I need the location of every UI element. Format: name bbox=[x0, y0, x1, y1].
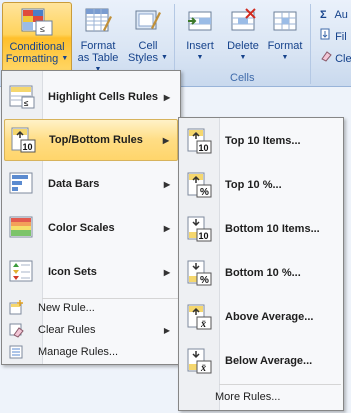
svg-text:x̄: x̄ bbox=[200, 363, 206, 374]
insert-button[interactable]: Insert ▼ bbox=[180, 2, 220, 72]
group-separator bbox=[310, 4, 311, 84]
format-as-table-icon bbox=[85, 8, 112, 32]
bottom-10-items-icon: 10 bbox=[181, 215, 217, 243]
chevron-down-icon: ▼ bbox=[196, 54, 204, 62]
cell-styles-button[interactable]: Cell Styles ▼ bbox=[125, 2, 171, 72]
clear-label: Cle bbox=[335, 53, 351, 65]
top-10-percent-icon: % bbox=[181, 171, 217, 199]
fill-down-icon bbox=[320, 28, 332, 46]
delete-label: Delete bbox=[227, 40, 259, 52]
menu-item-icon-sets[interactable]: Icon Sets ▶ bbox=[4, 252, 178, 292]
menu-item-label: Clear Rules bbox=[38, 324, 96, 336]
menu-item-label: Manage Rules... bbox=[38, 346, 119, 358]
menu-item-label: Color Scales bbox=[48, 222, 115, 234]
conditional-formatting-menu: ≤ Highlight Cells Rules ▶ 10 Top/Bottom … bbox=[1, 70, 181, 365]
menu-item-clear-rules[interactable]: Clear Rules ▶ bbox=[4, 319, 178, 341]
svg-text:%: % bbox=[200, 187, 209, 198]
svg-text:%: % bbox=[200, 275, 209, 286]
svg-text:≤: ≤ bbox=[40, 24, 45, 34]
data-bars-icon bbox=[4, 171, 40, 197]
fill-label: Fil bbox=[335, 31, 347, 43]
chevron-down-icon: ▼ bbox=[239, 54, 247, 62]
submenu-item-top-10-items[interactable]: 10 Top 10 Items... bbox=[181, 121, 341, 161]
svg-text:x̄: x̄ bbox=[200, 319, 206, 330]
above-average-icon: x̄ bbox=[181, 303, 217, 331]
menu-separator bbox=[219, 384, 341, 385]
cells-group-label: Cells bbox=[230, 72, 255, 84]
autosum-button[interactable]: Σ Au bbox=[320, 6, 348, 24]
menu-item-highlight-cells-rules[interactable]: ≤ Highlight Cells Rules ▶ bbox=[4, 77, 178, 117]
chevron-right-icon: ▶ bbox=[163, 325, 170, 335]
clear-button[interactable]: Cle bbox=[320, 50, 351, 68]
fill-button[interactable]: Fil bbox=[320, 28, 347, 46]
delete-cells-icon bbox=[231, 8, 256, 31]
chevron-down-icon: ▼ bbox=[61, 55, 69, 63]
top-bottom-rules-submenu: 10 Top 10 Items... % Top 10 %... 10 Bott… bbox=[178, 117, 344, 411]
chevron-right-icon: ▶ bbox=[163, 92, 170, 102]
format-label: Format bbox=[267, 40, 303, 52]
chevron-right-icon: ▶ bbox=[163, 223, 170, 233]
submenu-item-label: Below Average... bbox=[225, 355, 313, 367]
submenu-item-label: Bottom 10 Items... bbox=[225, 223, 320, 235]
submenu-item-above-average[interactable]: x̄ Above Average... bbox=[181, 297, 341, 337]
menu-item-label: New Rule... bbox=[38, 302, 95, 314]
format-as-table-line2: as Table bbox=[77, 52, 119, 64]
cell-styles-icon bbox=[135, 10, 161, 30]
menu-item-label: Data Bars bbox=[48, 178, 100, 190]
delete-button[interactable]: Delete ▼ bbox=[223, 2, 263, 72]
svg-text:10: 10 bbox=[199, 143, 209, 153]
clear-rules-icon bbox=[4, 322, 28, 338]
chevron-right-icon: ▶ bbox=[162, 135, 169, 145]
format-as-table-button[interactable]: Format as Table ▼ bbox=[73, 2, 123, 73]
icon-sets-icon bbox=[4, 259, 40, 285]
top-10-items-icon: 10 bbox=[181, 127, 217, 155]
conditional-formatting-line1: Conditional bbox=[9, 41, 65, 53]
conditional-formatting-icon: ≤ bbox=[21, 8, 53, 36]
submenu-item-label: Top 10 %... bbox=[225, 179, 282, 191]
highlight-cells-icon: ≤ bbox=[4, 84, 40, 110]
submenu-item-more-rules[interactable]: More Rules... bbox=[181, 386, 341, 408]
menu-item-label: Icon Sets bbox=[48, 266, 97, 278]
submenu-item-label: Above Average... bbox=[225, 311, 314, 323]
submenu-item-top-10-percent[interactable]: % Top 10 %... bbox=[181, 165, 341, 205]
format-as-table-line1: Format bbox=[80, 40, 116, 52]
submenu-item-label: Bottom 10 %... bbox=[225, 267, 301, 279]
color-scales-icon bbox=[4, 215, 40, 241]
chevron-right-icon: ▶ bbox=[163, 267, 170, 277]
svg-text:≤: ≤ bbox=[24, 99, 29, 108]
menu-item-new-rule[interactable]: New Rule... bbox=[4, 297, 178, 319]
menu-item-color-scales[interactable]: Color Scales ▶ bbox=[4, 208, 178, 248]
submenu-item-bottom-10-percent[interactable]: % Bottom 10 %... bbox=[181, 253, 341, 293]
svg-text:10: 10 bbox=[199, 231, 209, 241]
svg-text:10: 10 bbox=[23, 142, 33, 152]
manage-rules-icon bbox=[4, 344, 28, 360]
chevron-down-icon: ▼ bbox=[281, 54, 289, 62]
new-rule-icon bbox=[4, 300, 28, 316]
insert-label: Insert bbox=[186, 40, 214, 52]
bottom-10-percent-icon: % bbox=[181, 259, 217, 287]
format-cells-icon bbox=[273, 11, 297, 31]
submenu-item-label: More Rules... bbox=[215, 391, 281, 403]
conditional-formatting-button[interactable]: ≤ Conditional Formatting ▼ bbox=[2, 2, 72, 74]
format-button[interactable]: Format ▼ bbox=[265, 2, 305, 72]
eraser-icon bbox=[320, 50, 332, 68]
insert-cells-icon bbox=[188, 11, 212, 31]
chevron-down-icon: ▼ bbox=[161, 54, 168, 62]
menu-item-top-bottom-rules[interactable]: 10 Top/Bottom Rules ▶ bbox=[4, 119, 178, 161]
menu-item-manage-rules[interactable]: Manage Rules... bbox=[4, 341, 178, 363]
cell-styles-line2: Styles bbox=[128, 52, 158, 64]
submenu-item-label: Top 10 Items... bbox=[225, 135, 301, 147]
top-bottom-icon: 10 bbox=[5, 126, 41, 154]
menu-item-label: Top/Bottom Rules bbox=[49, 134, 143, 146]
conditional-formatting-line2: Formatting bbox=[5, 53, 59, 65]
submenu-item-bottom-10-items[interactable]: 10 Bottom 10 Items... bbox=[181, 209, 341, 249]
cell-styles-line1: Cell bbox=[138, 40, 158, 52]
submenu-item-below-average[interactable]: x̄ Below Average... bbox=[181, 341, 341, 381]
autosum-label: Au bbox=[334, 9, 348, 21]
menu-item-data-bars[interactable]: Data Bars ▶ bbox=[4, 164, 178, 204]
sigma-icon: Σ bbox=[320, 9, 327, 21]
menu-item-label: Highlight Cells Rules bbox=[48, 91, 159, 103]
chevron-right-icon: ▶ bbox=[163, 179, 170, 189]
below-average-icon: x̄ bbox=[181, 347, 217, 375]
